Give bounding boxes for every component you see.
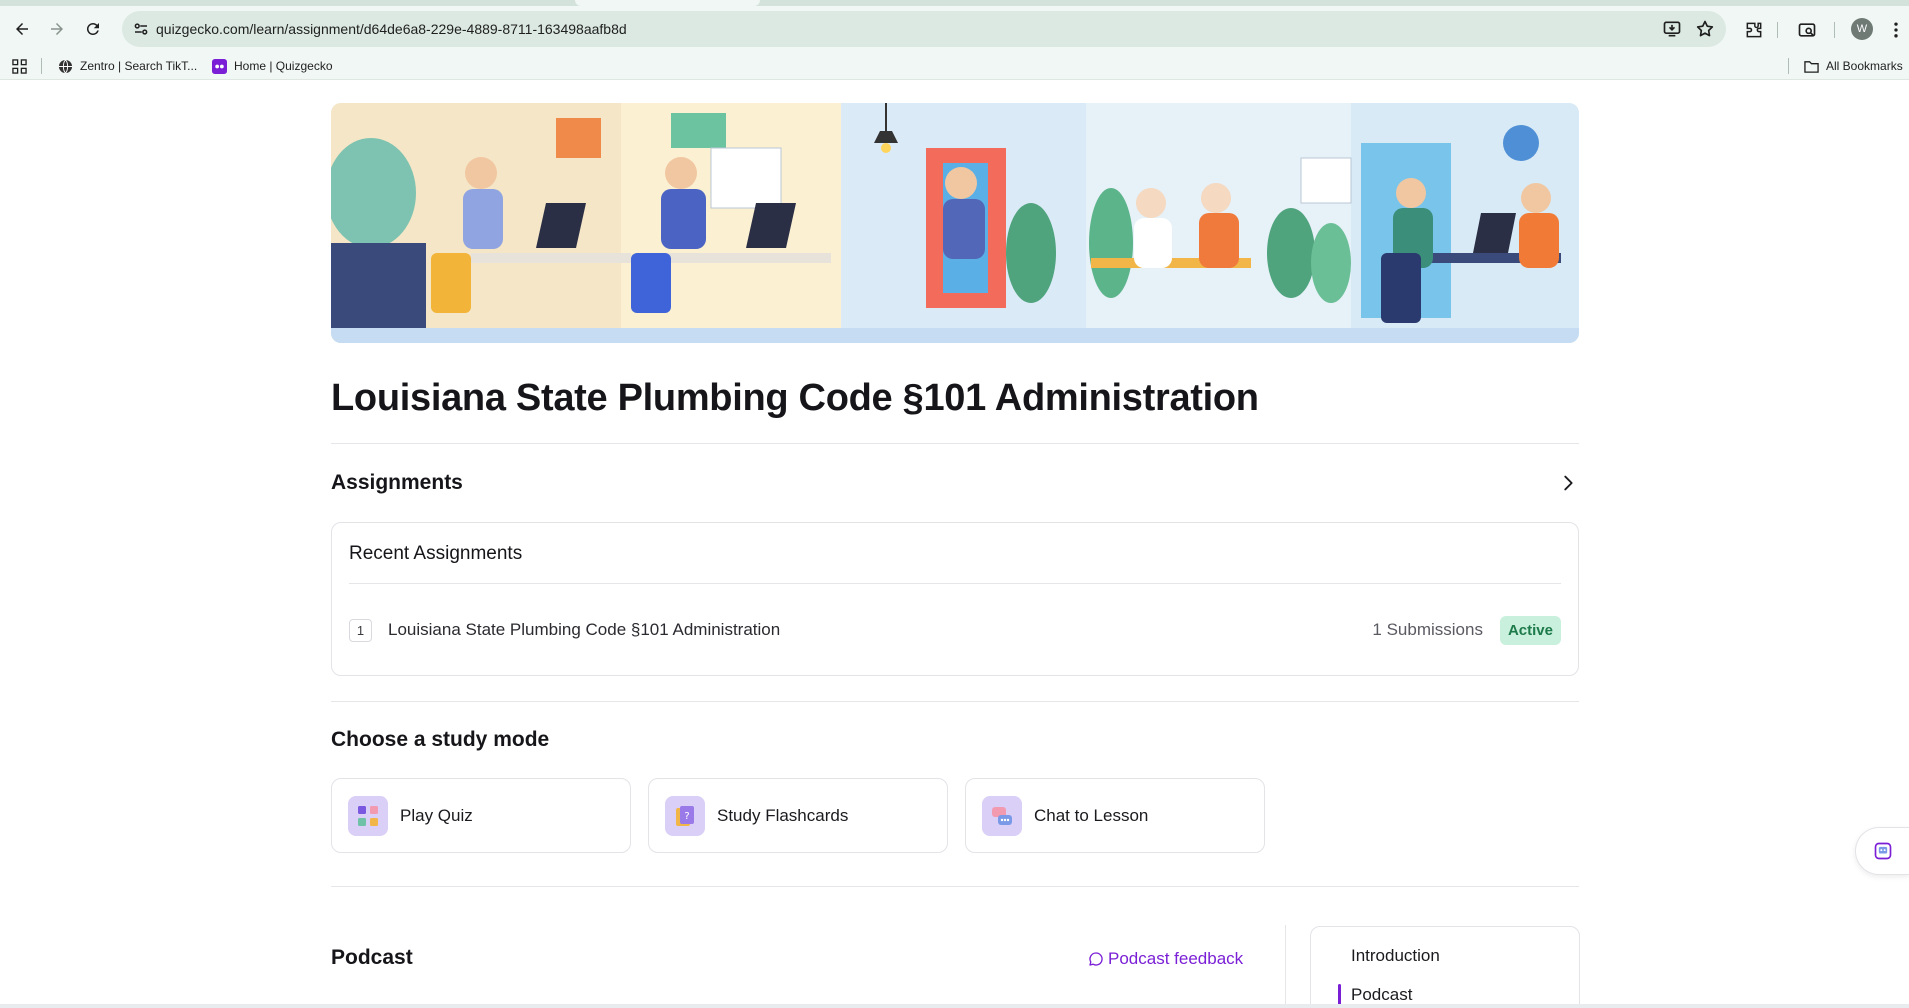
assignment-submissions: 1 Submissions (1372, 620, 1483, 639)
star-icon[interactable] (1695, 19, 1715, 39)
toc-item-podcast[interactable]: Podcast (1351, 985, 1412, 1005)
table-of-contents: Introduction Podcast (1310, 926, 1580, 1008)
bookmarks-bar: Zentro | Search TikT... Home | Quizgecko… (0, 52, 1909, 80)
status-badge: Active (1499, 615, 1561, 645)
podcast-section: Podcast Podcast feedback Introduction Po… (331, 887, 1580, 1008)
study-mode-header: Choose a study mode (331, 702, 1579, 778)
podcast-feedback-link[interactable]: Podcast feedback (1088, 949, 1243, 969)
assignment-row[interactable]: 1 Louisiana State Plumbing Code §101 Adm… (349, 584, 1561, 676)
bookmarks-separator (41, 58, 42, 74)
study-flashcards-button[interactable]: ? Study Flashcards (648, 778, 948, 853)
browser-toolbar: quizgecko.com/learn/assignment/d64de6a8-… (0, 6, 1909, 52)
folder-icon (1804, 59, 1819, 74)
study-mode-list: Play Quiz ? Study Flashcards Chat to Les… (331, 778, 1579, 853)
arrow-left-icon (16, 23, 28, 35)
flashcard-icon: ? (665, 795, 705, 836)
assignments-header[interactable]: Assignments (331, 444, 1579, 522)
toc-item-introduction[interactable]: Introduction (1351, 946, 1440, 966)
play-quiz-button[interactable]: Play Quiz (331, 778, 631, 853)
bookmark-zentro[interactable]: Zentro | Search TikT... (58, 57, 197, 75)
svg-text:?: ? (684, 811, 689, 822)
bookmark-label: Zentro | Search TikT... (80, 59, 198, 73)
quizgecko-icon (212, 58, 227, 74)
column-divider (1285, 925, 1286, 1008)
speech-bubble-icon (1089, 952, 1103, 966)
hero-banner-illustration (331, 103, 1579, 343)
assignments-heading: Assignments (331, 471, 463, 494)
site-info-icon[interactable] (132, 20, 150, 38)
apps-grid-icon[interactable] (12, 59, 27, 74)
lens-search-icon[interactable] (1797, 20, 1817, 40)
assignment-name[interactable]: Louisiana State Plumbing Code §101 Admin… (388, 620, 1372, 640)
all-bookmarks-label: All Bookmarks (1826, 59, 1903, 73)
toolbar-separator (1777, 22, 1778, 38)
recent-assignments-title: Recent Assignments (349, 523, 1561, 584)
install-app-icon[interactable] (1662, 19, 1682, 39)
main-content: Louisiana State Plumbing Code §101 Admin… (331, 103, 1580, 1008)
back-button[interactable] (9, 16, 35, 42)
assistant-icon (1874, 842, 1891, 860)
chat-to-lesson-button[interactable]: Chat to Lesson (965, 778, 1265, 853)
toc-active-indicator (1338, 984, 1341, 1006)
mode-label: Study Flashcards (717, 805, 849, 825)
bookmark-label: Home | Quizgecko (234, 59, 333, 73)
reload-button[interactable] (80, 16, 106, 42)
bookmark-quizgecko[interactable]: Home | Quizgecko (212, 57, 333, 75)
profile-avatar[interactable]: W (1851, 18, 1873, 40)
extensions-icon[interactable] (1744, 20, 1764, 40)
toolbar-separator (1834, 22, 1835, 38)
window-bottom-edge (0, 1004, 1909, 1008)
forward-button[interactable] (44, 16, 70, 42)
url-text[interactable]: quizgecko.com/learn/assignment/d64de6a8-… (156, 21, 627, 37)
podcast-heading: Podcast (331, 946, 413, 969)
podcast-feedback-label: Podcast feedback (1108, 949, 1244, 968)
globe-icon (58, 59, 73, 74)
recent-assignments-card: Recent Assignments 1 Louisiana State Plu… (331, 522, 1579, 676)
chevron-right-icon[interactable] (1557, 472, 1579, 494)
mode-label: Play Quiz (400, 805, 473, 825)
mode-label: Chat to Lesson (1034, 805, 1149, 825)
assignment-number: 1 (349, 618, 372, 642)
chat-icon (982, 795, 1022, 836)
arrow-right-icon (51, 23, 63, 35)
ai-assistant-button[interactable] (1855, 827, 1909, 875)
kebab-menu-icon[interactable] (1889, 20, 1903, 40)
reload-icon (86, 22, 99, 35)
all-bookmarks-button[interactable]: All Bookmarks (1804, 57, 1903, 75)
page-title: Louisiana State Plumbing Code §101 Admin… (331, 377, 1259, 419)
bookmarks-separator (1788, 58, 1789, 74)
address-bar[interactable]: quizgecko.com/learn/assignment/d64de6a8-… (122, 11, 1726, 47)
quiz-grid-icon (348, 795, 388, 836)
study-mode-heading: Choose a study mode (331, 728, 550, 751)
